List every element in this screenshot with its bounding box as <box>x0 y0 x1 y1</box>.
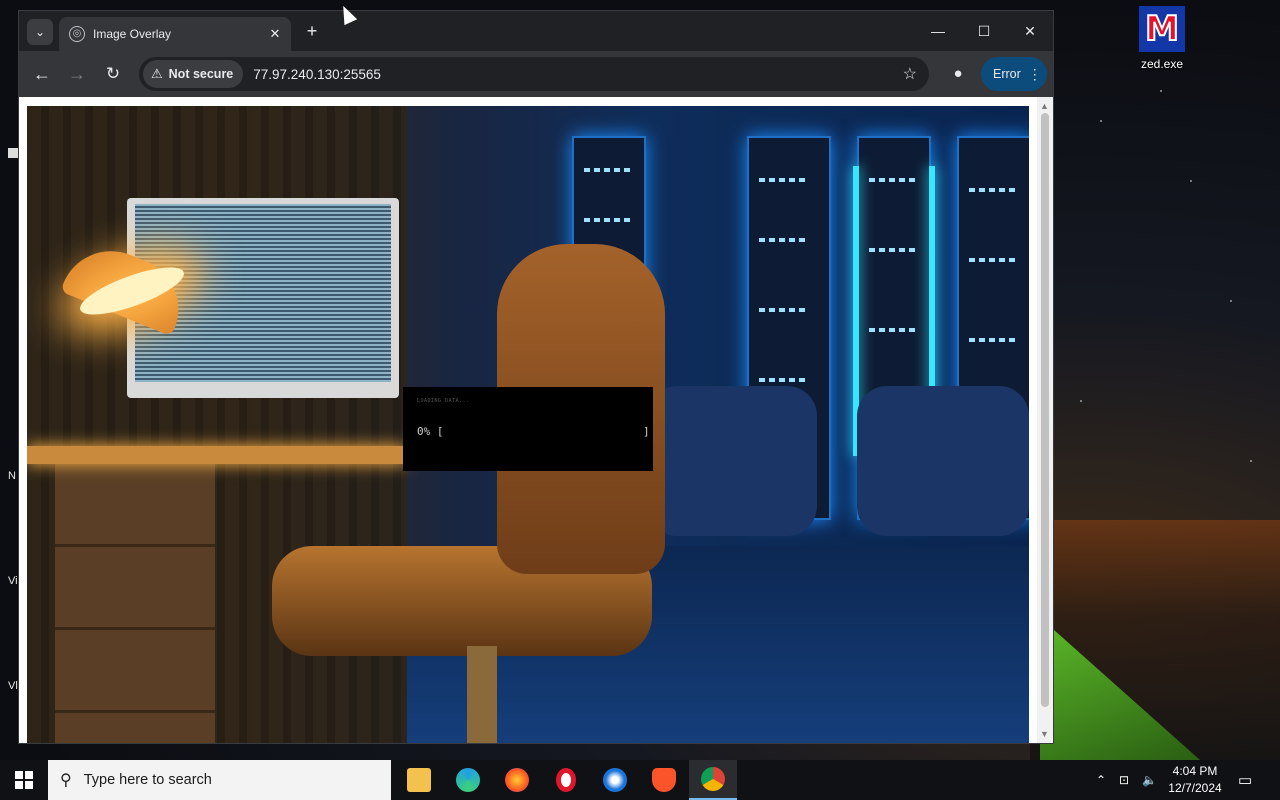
taskbar: ⚲ Type here to search ⌃ ⊡ 🔈 4:04 PM 12/7… <box>0 760 1280 800</box>
new-tab-button[interactable]: + <box>301 21 323 42</box>
taskbar-clock[interactable]: 4:04 PM 12/7/2024 <box>1162 763 1228 797</box>
desktop-icon-2[interactable]: N <box>8 470 16 482</box>
warning-icon: ⚠ <box>151 66 163 81</box>
scroll-down-icon[interactable]: ▼ <box>1040 729 1049 739</box>
taskbar-search[interactable]: ⚲ Type here to search <box>48 760 391 800</box>
network-icon[interactable]: ⊡ <box>1119 760 1129 800</box>
tab-search-button[interactable]: ⌄ <box>27 19 53 45</box>
back-button[interactable]: ← <box>31 63 53 85</box>
reload-button[interactable]: ↻ <box>102 63 124 85</box>
tab-image-overlay[interactable]: ◎ Image Overlay ✕ <box>59 17 291 51</box>
progress-end-bracket: ] <box>643 425 650 438</box>
notifications-icon[interactable]: ▭ <box>1238 760 1252 800</box>
browser-toolbar: ← → ↻ ⚠ Not secure 77.97.240.130:25565 ☆… <box>19 51 1053 97</box>
close-window-button[interactable]: ✕ <box>1007 17 1053 45</box>
scroll-up-icon[interactable]: ▲ <box>1040 101 1049 111</box>
profile-icon[interactable]: ● <box>947 63 969 85</box>
forward-button[interactable]: → <box>66 63 88 85</box>
tab-close-icon[interactable]: ✕ <box>265 26 285 42</box>
chrome-icon[interactable] <box>689 760 737 800</box>
minimize-button[interactable]: — <box>915 17 961 45</box>
search-placeholder: Type here to search <box>83 772 212 788</box>
clock-time: 4:04 PM <box>1172 764 1218 778</box>
tray-chevron-icon[interactable]: ⌃ <box>1096 760 1106 800</box>
brave-icon[interactable] <box>640 760 688 800</box>
tab-strip: ⌄ ◎ Image Overlay ✕ + — ☐ ✕ <box>19 11 1053 51</box>
volume-muted-icon[interactable]: 🔈 <box>1142 760 1157 800</box>
desktop-icon-4[interactable]: Vl <box>8 680 18 692</box>
security-label: Not secure <box>168 67 234 81</box>
start-button[interactable] <box>0 760 48 800</box>
security-chip[interactable]: ⚠ Not secure <box>143 60 244 88</box>
search-icon: ⚲ <box>60 772 72 789</box>
scroll-thumb[interactable] <box>1041 113 1049 707</box>
url-text[interactable]: 77.97.240.130:25565 <box>253 67 902 82</box>
maximize-button[interactable]: ☐ <box>961 17 1007 45</box>
clock-date: 12/7/2024 <box>1168 781 1222 795</box>
error-label: Error <box>993 67 1021 81</box>
page-viewport: LOADING DATA... 0% [ ] <box>19 97 1037 743</box>
file-explorer-icon[interactable] <box>395 760 443 800</box>
tab-title: Image Overlay <box>93 27 172 41</box>
thunderbird-icon[interactable] <box>591 760 639 800</box>
error-button[interactable]: Error ⋮ <box>981 57 1047 91</box>
edge-icon[interactable] <box>444 760 492 800</box>
firefox-icon[interactable] <box>493 760 541 800</box>
opera-icon[interactable] <box>542 760 590 800</box>
windows-logo-icon <box>15 771 33 789</box>
progress-text: 0% [ <box>417 425 444 438</box>
bookmark-star-icon[interactable]: ☆ <box>903 64 917 84</box>
globe-icon: ◎ <box>69 26 85 42</box>
browser-window: ⌄ ◎ Image Overlay ✕ + — ☐ ✕ ← → ↻ ⚠ Not … <box>18 10 1054 744</box>
overlay-header: LOADING DATA... <box>417 398 470 404</box>
menu-dots-icon: ⋮ <box>1027 65 1042 82</box>
vertical-scrollbar[interactable]: ▲ ▼ <box>1037 97 1053 743</box>
address-bar[interactable]: ⚠ Not secure 77.97.240.130:25565 ☆ <box>139 57 929 91</box>
zed-exe-shortcut[interactable]: M zed.exe <box>1130 6 1194 71</box>
loading-overlay: LOADING DATA... 0% [ ] <box>403 387 653 471</box>
zed-logo-icon: M <box>1139 6 1185 52</box>
shortcut-label: zed.exe <box>1140 57 1184 71</box>
